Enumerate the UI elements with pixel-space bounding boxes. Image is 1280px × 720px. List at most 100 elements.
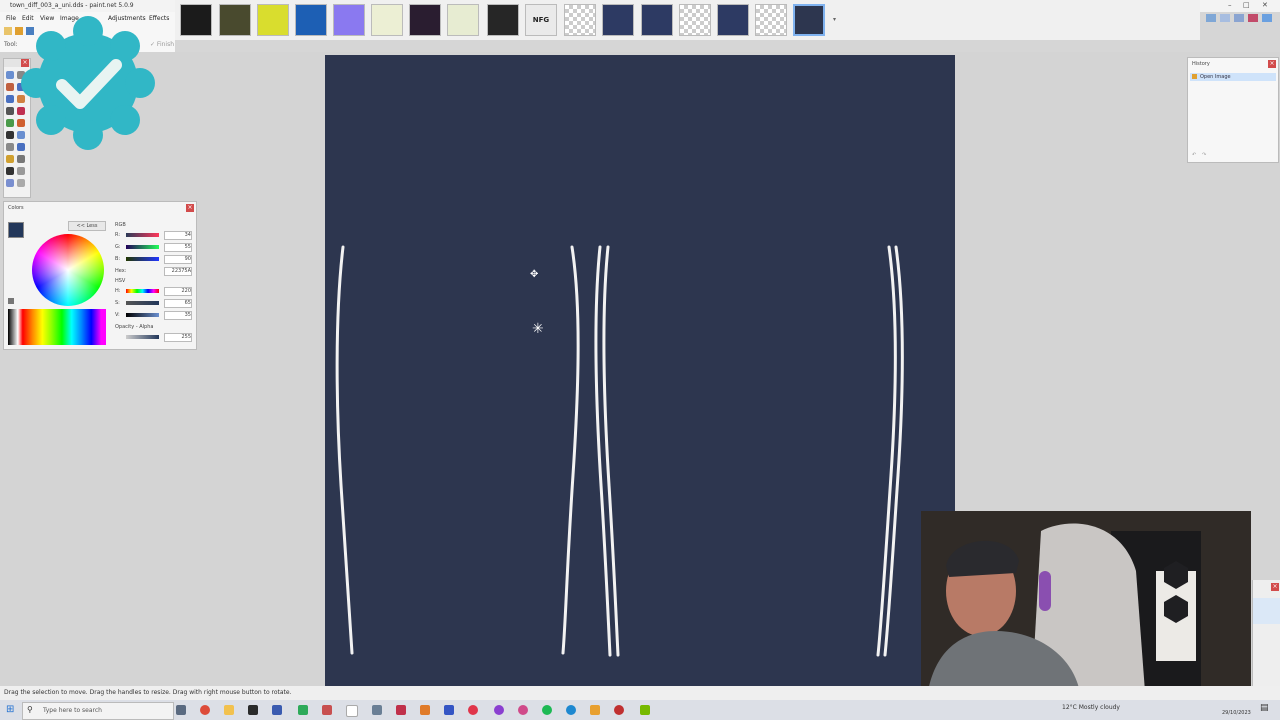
utilities-icon[interactable] [1234, 14, 1244, 22]
image-tab-thumbnail[interactable] [371, 4, 403, 36]
history-close-button[interactable]: × [1268, 60, 1276, 68]
settings-icon[interactable] [1248, 14, 1258, 22]
h-slider[interactable] [126, 289, 159, 293]
tabs-dropdown-icon[interactable]: ▾ [833, 16, 836, 23]
image-tab-thumbnail[interactable] [487, 4, 519, 36]
undo-icon[interactable]: ↶ [1192, 152, 1196, 158]
image-tab-thumbnail[interactable] [755, 4, 787, 36]
v-slider[interactable] [126, 313, 159, 317]
tool-button[interactable] [6, 83, 14, 91]
image-tab-thumbnail[interactable] [219, 4, 251, 36]
new-file-icon[interactable] [4, 27, 12, 35]
v-value-input[interactable]: 35 [164, 311, 192, 320]
history-item[interactable]: Open Image [1190, 73, 1276, 81]
open-image-icon [1192, 74, 1197, 79]
app-pink-icon[interactable] [518, 705, 528, 715]
b-value-input[interactable]: 90 [164, 255, 192, 264]
help-icon[interactable] [1262, 14, 1272, 22]
s-value-input[interactable]: 65 [164, 299, 192, 308]
app-red-icon[interactable] [322, 705, 332, 715]
spotify-icon[interactable] [542, 705, 552, 715]
redo-icon[interactable]: ↷ [1202, 152, 1206, 158]
tool-button[interactable] [6, 131, 14, 139]
tool-button[interactable] [6, 143, 14, 151]
notifications-icon[interactable]: ▤ [1260, 703, 1269, 713]
window-icon[interactable] [1220, 14, 1230, 22]
image-tab-thumbnail[interactable] [180, 4, 212, 36]
maximize-icon[interactable]: □ [1243, 1, 1250, 9]
tool-button[interactable] [6, 155, 14, 163]
layer-thumbnail[interactable] [1253, 598, 1280, 624]
color-wheel[interactable] [32, 234, 104, 306]
hex-input[interactable]: 22375A [164, 267, 192, 276]
app-gray-icon[interactable] [372, 705, 382, 715]
image-tab-thumbnail[interactable]: NFG [525, 4, 557, 36]
tool-button[interactable] [6, 179, 14, 187]
b-slider[interactable] [126, 257, 159, 261]
tool-button[interactable] [17, 179, 25, 187]
notepad-icon[interactable] [346, 705, 358, 717]
g-value-input[interactable]: 55 [164, 243, 192, 252]
file-explorer-icon[interactable] [224, 705, 234, 715]
app-stop-icon[interactable] [468, 705, 478, 715]
app-purple-icon[interactable] [494, 705, 504, 715]
history-panel-title: History [1192, 61, 1210, 67]
tool-button[interactable] [6, 167, 14, 175]
image-tab-thumbnail[interactable] [717, 4, 749, 36]
windows-start-icon[interactable]: ⊞ [6, 704, 14, 715]
webcam-overlay [921, 511, 1251, 705]
zoom-tool-icon[interactable] [1206, 14, 1216, 22]
image-tab-thumbnail[interactable] [295, 4, 327, 36]
image-tab-thumbnail[interactable] [679, 4, 711, 36]
app-blue-icon[interactable] [444, 705, 454, 715]
hsv-label: HSV [115, 278, 126, 284]
rgb-label: RGB [115, 222, 126, 228]
color-palette[interactable] [8, 309, 106, 345]
clock-date: 29/10/2023 [1222, 710, 1251, 716]
image-tab-thumbnail[interactable] [641, 4, 673, 36]
image-tab-thumbnail[interactable] [793, 4, 825, 36]
minimize-icon[interactable]: – [1228, 1, 1232, 9]
task-view-icon[interactable] [176, 705, 186, 715]
taskbar-search[interactable]: ⚲ Type here to search [22, 702, 174, 720]
s-slider[interactable] [126, 301, 159, 305]
primary-color-swatch[interactable] [8, 222, 24, 238]
nvidia-icon[interactable] [640, 705, 650, 715]
colors-close-button[interactable]: × [186, 204, 194, 212]
image-tab-thumbnail[interactable] [333, 4, 365, 36]
close-icon[interactable]: ✕ [1262, 1, 1268, 9]
tool-button[interactable] [17, 167, 25, 175]
tool-button[interactable] [6, 107, 14, 115]
layers-close-button[interactable]: × [1271, 583, 1279, 591]
image-tab-thumbnail[interactable] [602, 4, 634, 36]
opacity-slider[interactable] [126, 335, 159, 339]
image-canvas[interactable]: ✥ ✳ [325, 55, 955, 686]
image-tab-thumbnail[interactable] [409, 4, 441, 36]
h-value-input[interactable]: 220 [164, 287, 192, 296]
app-yellow-icon[interactable] [590, 705, 600, 715]
app-a-icon[interactable] [396, 705, 406, 715]
menu-file[interactable]: File [6, 15, 16, 22]
image-tab-thumbnail[interactable] [564, 4, 596, 36]
app-record-icon[interactable] [614, 705, 624, 715]
rotate-handle-icon[interactable]: ✳ [532, 321, 544, 337]
tool-button[interactable] [6, 95, 14, 103]
v-label: V: [115, 312, 120, 318]
r-value-input[interactable]: 34 [164, 231, 192, 240]
terminal-icon[interactable] [248, 705, 258, 715]
app-3-icon[interactable] [298, 705, 308, 715]
edge-icon[interactable] [566, 705, 576, 715]
image-tab-thumbnail[interactable] [257, 4, 289, 36]
tool-button[interactable] [6, 71, 14, 79]
tool-button[interactable] [17, 155, 25, 163]
image-tab-thumbnail[interactable] [447, 4, 479, 36]
g-slider[interactable] [126, 245, 159, 249]
r-slider[interactable] [126, 233, 159, 237]
palette-menu-icon[interactable] [8, 298, 14, 304]
less-button[interactable]: << Less [68, 221, 106, 231]
tool-button[interactable] [6, 119, 14, 127]
chrome-icon[interactable] [200, 705, 210, 715]
paintnet-taskbar-icon[interactable] [272, 705, 282, 715]
opacity-value-input[interactable]: 255 [164, 333, 192, 342]
app-orange-icon[interactable] [420, 705, 430, 715]
